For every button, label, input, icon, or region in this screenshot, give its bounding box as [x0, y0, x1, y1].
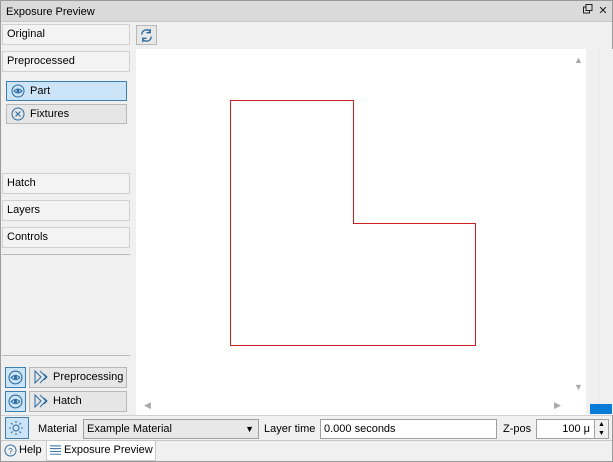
layer-slider-handle[interactable] [590, 404, 612, 414]
zpos-label: Z-pos [503, 423, 532, 435]
section-hatch-label: Hatch [7, 177, 36, 189]
dock-tab-bar: ? Help Exposure Preview [1, 440, 612, 461]
preview-canvas[interactable] [136, 49, 570, 415]
layer-time-field[interactable]: 0.000 seconds [320, 419, 497, 439]
tab-help[interactable]: ? Help [2, 441, 46, 461]
scroll-left-icon[interactable]: ◀ [144, 400, 151, 410]
section-original-label: Original [7, 28, 45, 40]
settings-button[interactable] [5, 417, 29, 439]
preview-svg [230, 100, 476, 346]
scroll-up-icon[interactable]: ▲ [574, 55, 583, 65]
section-controls-label: Controls [7, 231, 48, 243]
chevron-down-icon[interactable]: ▼ [595, 429, 608, 438]
zpos-spinbox[interactable]: 100 μ [536, 419, 595, 439]
refresh-button[interactable] [136, 25, 157, 45]
svg-text:?: ? [8, 446, 13, 456]
hatch-button[interactable]: Hatch [29, 391, 127, 412]
gear-icon [9, 421, 23, 435]
section-layers[interactable]: Layers [2, 200, 130, 221]
filter-part-label: Part [30, 85, 51, 97]
close-icon[interactable]: ✕ [596, 4, 610, 18]
float-icon[interactable] [581, 4, 595, 18]
vertical-scrollbar[interactable]: ▲ ▼ [570, 49, 586, 415]
help-icon: ? [4, 444, 17, 462]
tab-help-label: Help [19, 444, 42, 456]
section-layers-label: Layers [7, 204, 41, 216]
part-outline [230, 100, 476, 346]
divider [2, 355, 130, 356]
material-select[interactable]: Example Material ▼ [83, 419, 259, 439]
layers-icon [49, 444, 62, 462]
window-title: Exposure Preview [6, 6, 95, 18]
tab-exposure-preview-label: Exposure Preview [64, 444, 153, 456]
refresh-icon [141, 28, 152, 43]
toggle-preprocessing-visibility[interactable] [5, 367, 26, 388]
tab-exposure-preview[interactable]: Exposure Preview [46, 441, 156, 461]
filter-fixtures-button[interactable]: Fixtures [6, 104, 127, 124]
preprocessing-label: Preprocessing [53, 371, 124, 383]
zpos-stepper[interactable]: ▲ ▼ [595, 419, 609, 439]
exposure-preview-window: Exposure Preview ✕ Original Preprocessed… [0, 0, 613, 462]
section-original[interactable]: Original [2, 24, 130, 45]
filter-part-button[interactable]: Part [6, 81, 127, 101]
bottom-bar: Material Example Material ▼ Layer time 0… [1, 415, 612, 440]
section-preprocessed[interactable]: Preprocessed [2, 51, 130, 72]
play-steps-icon [34, 393, 50, 415]
hatch-label: Hatch [53, 395, 82, 407]
chevron-up-icon[interactable]: ▲ [595, 420, 608, 429]
divider [2, 254, 130, 255]
layer-slider-track [598, 49, 599, 404]
eye-icon [11, 84, 25, 98]
section-preprocessed-label: Preprocessed [7, 55, 75, 67]
eye-icon [8, 370, 23, 385]
left-panel: Original Preprocessed Part Fixtures Hatc… [1, 23, 132, 415]
x-circle-icon [11, 107, 25, 121]
material-label: Material [38, 423, 78, 435]
filter-fixtures-label: Fixtures [30, 108, 70, 120]
eye-icon [8, 394, 23, 409]
scroll-down-icon[interactable]: ▼ [574, 382, 583, 392]
layer-time-label: Layer time [264, 423, 316, 435]
section-hatch[interactable]: Hatch [2, 173, 130, 194]
layer-time-value: 0.000 seconds [324, 423, 396, 435]
section-controls[interactable]: Controls [2, 227, 130, 248]
title-bar: Exposure Preview ✕ [1, 1, 612, 22]
chevron-down-icon: ▼ [245, 424, 254, 434]
horizontal-scrollbar[interactable]: ◀ ▶ [136, 397, 570, 413]
toggle-hatch-visibility[interactable] [5, 391, 26, 412]
material-value: Example Material [87, 423, 172, 435]
zpos-value: 100 μ [562, 423, 590, 435]
play-steps-icon [34, 369, 50, 391]
scroll-right-icon[interactable]: ▶ [554, 400, 561, 410]
preprocessing-button[interactable]: Preprocessing [29, 367, 127, 388]
layer-slider[interactable] [586, 49, 613, 415]
